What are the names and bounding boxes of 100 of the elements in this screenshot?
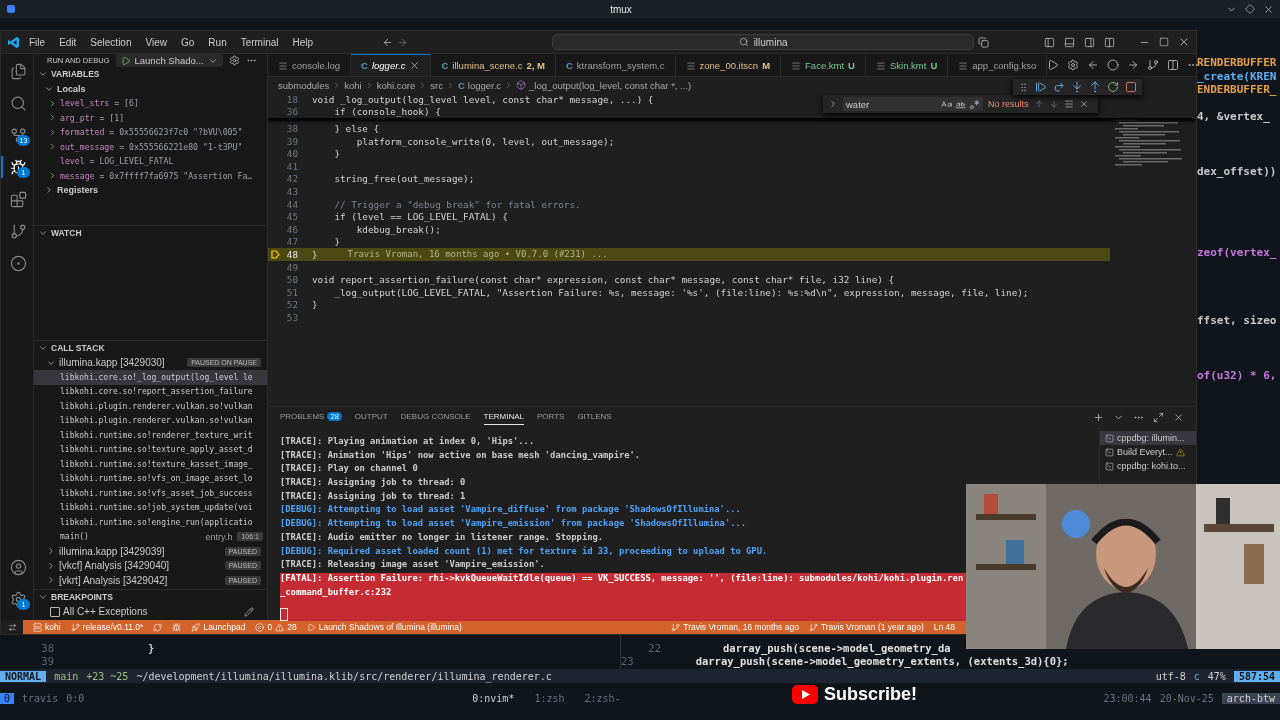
breadcrumb-item[interactable]: submodules xyxy=(278,79,330,91)
selection-icon[interactable] xyxy=(1063,99,1074,109)
menu-item[interactable]: Edit xyxy=(54,34,82,50)
terminal-session[interactable]: cppdbg: illumin... xyxy=(1100,431,1196,445)
breadcrumb-item[interactable]: _log_output(log_level, const char *, ...) xyxy=(529,79,692,91)
status-item[interactable]: release/v0.11.0* xyxy=(70,622,144,632)
stack-frame[interactable]: libkohi.runtime.so!engine_run(applicatio xyxy=(34,515,267,530)
settings-icon[interactable] xyxy=(228,55,240,66)
back-icon[interactable] xyxy=(382,36,394,48)
tmux-window-tab[interactable]: 0:nvim* xyxy=(472,692,515,704)
stop-icon[interactable] xyxy=(1125,81,1137,93)
arrow-left-icon[interactable] xyxy=(1087,59,1100,71)
restart-icon[interactable] xyxy=(1107,81,1119,93)
variable-entry[interactable]: arg_ptr = [1] xyxy=(60,112,125,123)
circle-icon[interactable] xyxy=(1107,59,1120,71)
chevron-right-icon[interactable] xyxy=(44,185,54,196)
chevron-right-icon[interactable] xyxy=(828,99,838,109)
account-icon[interactable] xyxy=(9,558,27,576)
variable-entry[interactable]: message = 0x7ffff7fa6975 "Assertion Fa… xyxy=(60,170,253,181)
debug-icon[interactable] xyxy=(9,158,27,176)
stack-frame[interactable]: libkohi.plugin.renderer.vulkan.so!vulkan xyxy=(34,399,267,414)
arrow-right-icon[interactable] xyxy=(1127,59,1140,71)
status-item[interactable]: kohi xyxy=(33,622,61,632)
terminal-session[interactable]: cppdbg: kohi.to... xyxy=(1100,459,1196,473)
close-icon[interactable] xyxy=(409,60,421,71)
toggle-panel-icon[interactable] xyxy=(1064,36,1075,48)
branch-icon[interactable] xyxy=(1147,59,1160,71)
menu-item[interactable]: File xyxy=(24,34,51,50)
terminal-session[interactable]: Build Everyt... xyxy=(1100,445,1196,459)
panel-tab[interactable]: OUTPUT xyxy=(354,409,388,425)
launch-config-dropdown[interactable]: Launch Shado... xyxy=(115,54,223,67)
stack-frame[interactable]: libkohi.core.so!report_assertion_failure xyxy=(34,384,267,399)
menu-item[interactable]: Go xyxy=(176,34,200,50)
stack-frame[interactable]: libkohi.plugin.renderer.vulkan.so!vulkan xyxy=(34,413,267,428)
regex-icon[interactable] xyxy=(969,98,980,110)
command-center[interactable]: illumina xyxy=(552,34,975,50)
menu-item[interactable]: Help xyxy=(287,34,319,50)
scope-label[interactable]: Locals xyxy=(57,83,86,94)
status-item[interactable]: Launchpad xyxy=(191,622,246,632)
layout-icon[interactable] xyxy=(1104,36,1115,48)
breadcrumb-item[interactable]: src xyxy=(430,79,443,91)
stack-frame[interactable]: libkohi.core.so!_log_output(log_level le xyxy=(34,370,267,385)
run-icon[interactable] xyxy=(1047,59,1060,71)
grip-icon[interactable] xyxy=(1018,81,1029,93)
tmux-window-tab[interactable]: 1:zsh xyxy=(534,692,565,704)
match-case-icon[interactable] xyxy=(941,98,952,110)
scope-label[interactable]: Registers xyxy=(57,185,99,196)
stack-frame[interactable]: libkohi.runtime.so!vfs_asset_job_success xyxy=(34,486,267,501)
panel-tab[interactable]: DEBUG CONSOLE xyxy=(400,409,471,425)
split-editor-icon[interactable] xyxy=(1167,59,1180,71)
panel-tab[interactable]: PORTS xyxy=(536,409,565,425)
close-icon[interactable] xyxy=(1263,3,1274,15)
forward-icon[interactable] xyxy=(397,36,409,48)
plus-icon[interactable] xyxy=(1093,411,1104,423)
tmux-window-tab[interactable]: 2:zsh- xyxy=(584,692,621,704)
panel-tab[interactable]: TERMINAL xyxy=(483,409,524,425)
variable-entry[interactable]: level_strs = [6] xyxy=(60,98,139,109)
step-out-icon[interactable] xyxy=(1089,81,1101,93)
continue-icon[interactable] xyxy=(1035,81,1047,93)
settings-icon[interactable] xyxy=(1067,59,1080,71)
stack-frame[interactable]: libkohi.runtime.so!texture_kasset_image_ xyxy=(34,457,267,472)
pencil-icon[interactable] xyxy=(244,606,254,617)
editor-tab[interactable]: C logger.c xyxy=(351,54,432,76)
status-item[interactable]: Launch Shadows of Illumina (illumina) xyxy=(306,622,462,632)
step-into-icon[interactable] xyxy=(1071,81,1083,93)
close-icon[interactable] xyxy=(1078,99,1089,109)
chevron-right-icon[interactable] xyxy=(48,171,57,181)
menu-item[interactable]: View xyxy=(140,34,172,50)
status-item[interactable]: Travis Vroman, 16 months ago xyxy=(671,622,799,632)
status-item[interactable]: 0 28 xyxy=(255,622,297,632)
menu-item[interactable]: Selection xyxy=(85,34,137,50)
toggle-sidebar-icon[interactable] xyxy=(1044,36,1055,48)
menu-item[interactable]: Run xyxy=(203,34,232,50)
close-icon[interactable] xyxy=(1173,411,1184,423)
section-title[interactable]: BREAKPOINTS xyxy=(51,592,113,603)
variable-entry[interactable]: formatted = 0x55556623f7c0 "?bVU\005" xyxy=(60,127,243,138)
variable-entry[interactable]: out_message = 0x555566221e80 "1-t3PU" xyxy=(60,141,243,152)
section-title[interactable]: WATCH xyxy=(51,228,82,239)
close-icon[interactable] xyxy=(1178,36,1190,48)
breadcrumb-item[interactable]: kohi xyxy=(344,79,362,91)
toggle-secondary-sidebar-icon[interactable] xyxy=(1084,36,1095,48)
section-title[interactable]: VARIABLES xyxy=(51,69,100,80)
search-icon[interactable] xyxy=(9,94,27,112)
panel-tab[interactable]: GITLENS xyxy=(577,409,612,425)
variable-entry[interactable]: level = LOG_LEVEL_FATAL xyxy=(60,156,174,167)
stack-frame[interactable]: libkohi.runtime.so!vfs_on_image_asset_lo xyxy=(34,471,267,486)
breadcrumb-item[interactable]: logger.c xyxy=(467,79,502,91)
stack-frame[interactable]: libkohi.runtime.so!job_system_update(voi xyxy=(34,500,267,515)
step-over-icon[interactable] xyxy=(1053,81,1065,93)
section-title[interactable]: CALL STACK xyxy=(51,343,105,354)
checkbox[interactable] xyxy=(50,606,60,617)
breadcrumb-item[interactable]: kohi.core xyxy=(376,79,416,91)
status-item[interactable]: Ln 48 xyxy=(933,622,955,632)
stack-frame[interactable]: libkohi.runtime.so!texture_apply_asset_d xyxy=(34,442,267,457)
menu-item[interactable]: Terminal xyxy=(235,34,284,50)
extensions-icon[interactable] xyxy=(9,190,27,208)
status-item[interactable]: Travis Vroman (1 year ago) xyxy=(808,622,924,632)
explorer-icon[interactable] xyxy=(9,62,27,80)
find-field[interactable]: water xyxy=(843,97,983,111)
stack-frame[interactable]: libkohi.runtime.so!renderer_texture_writ xyxy=(34,428,267,443)
